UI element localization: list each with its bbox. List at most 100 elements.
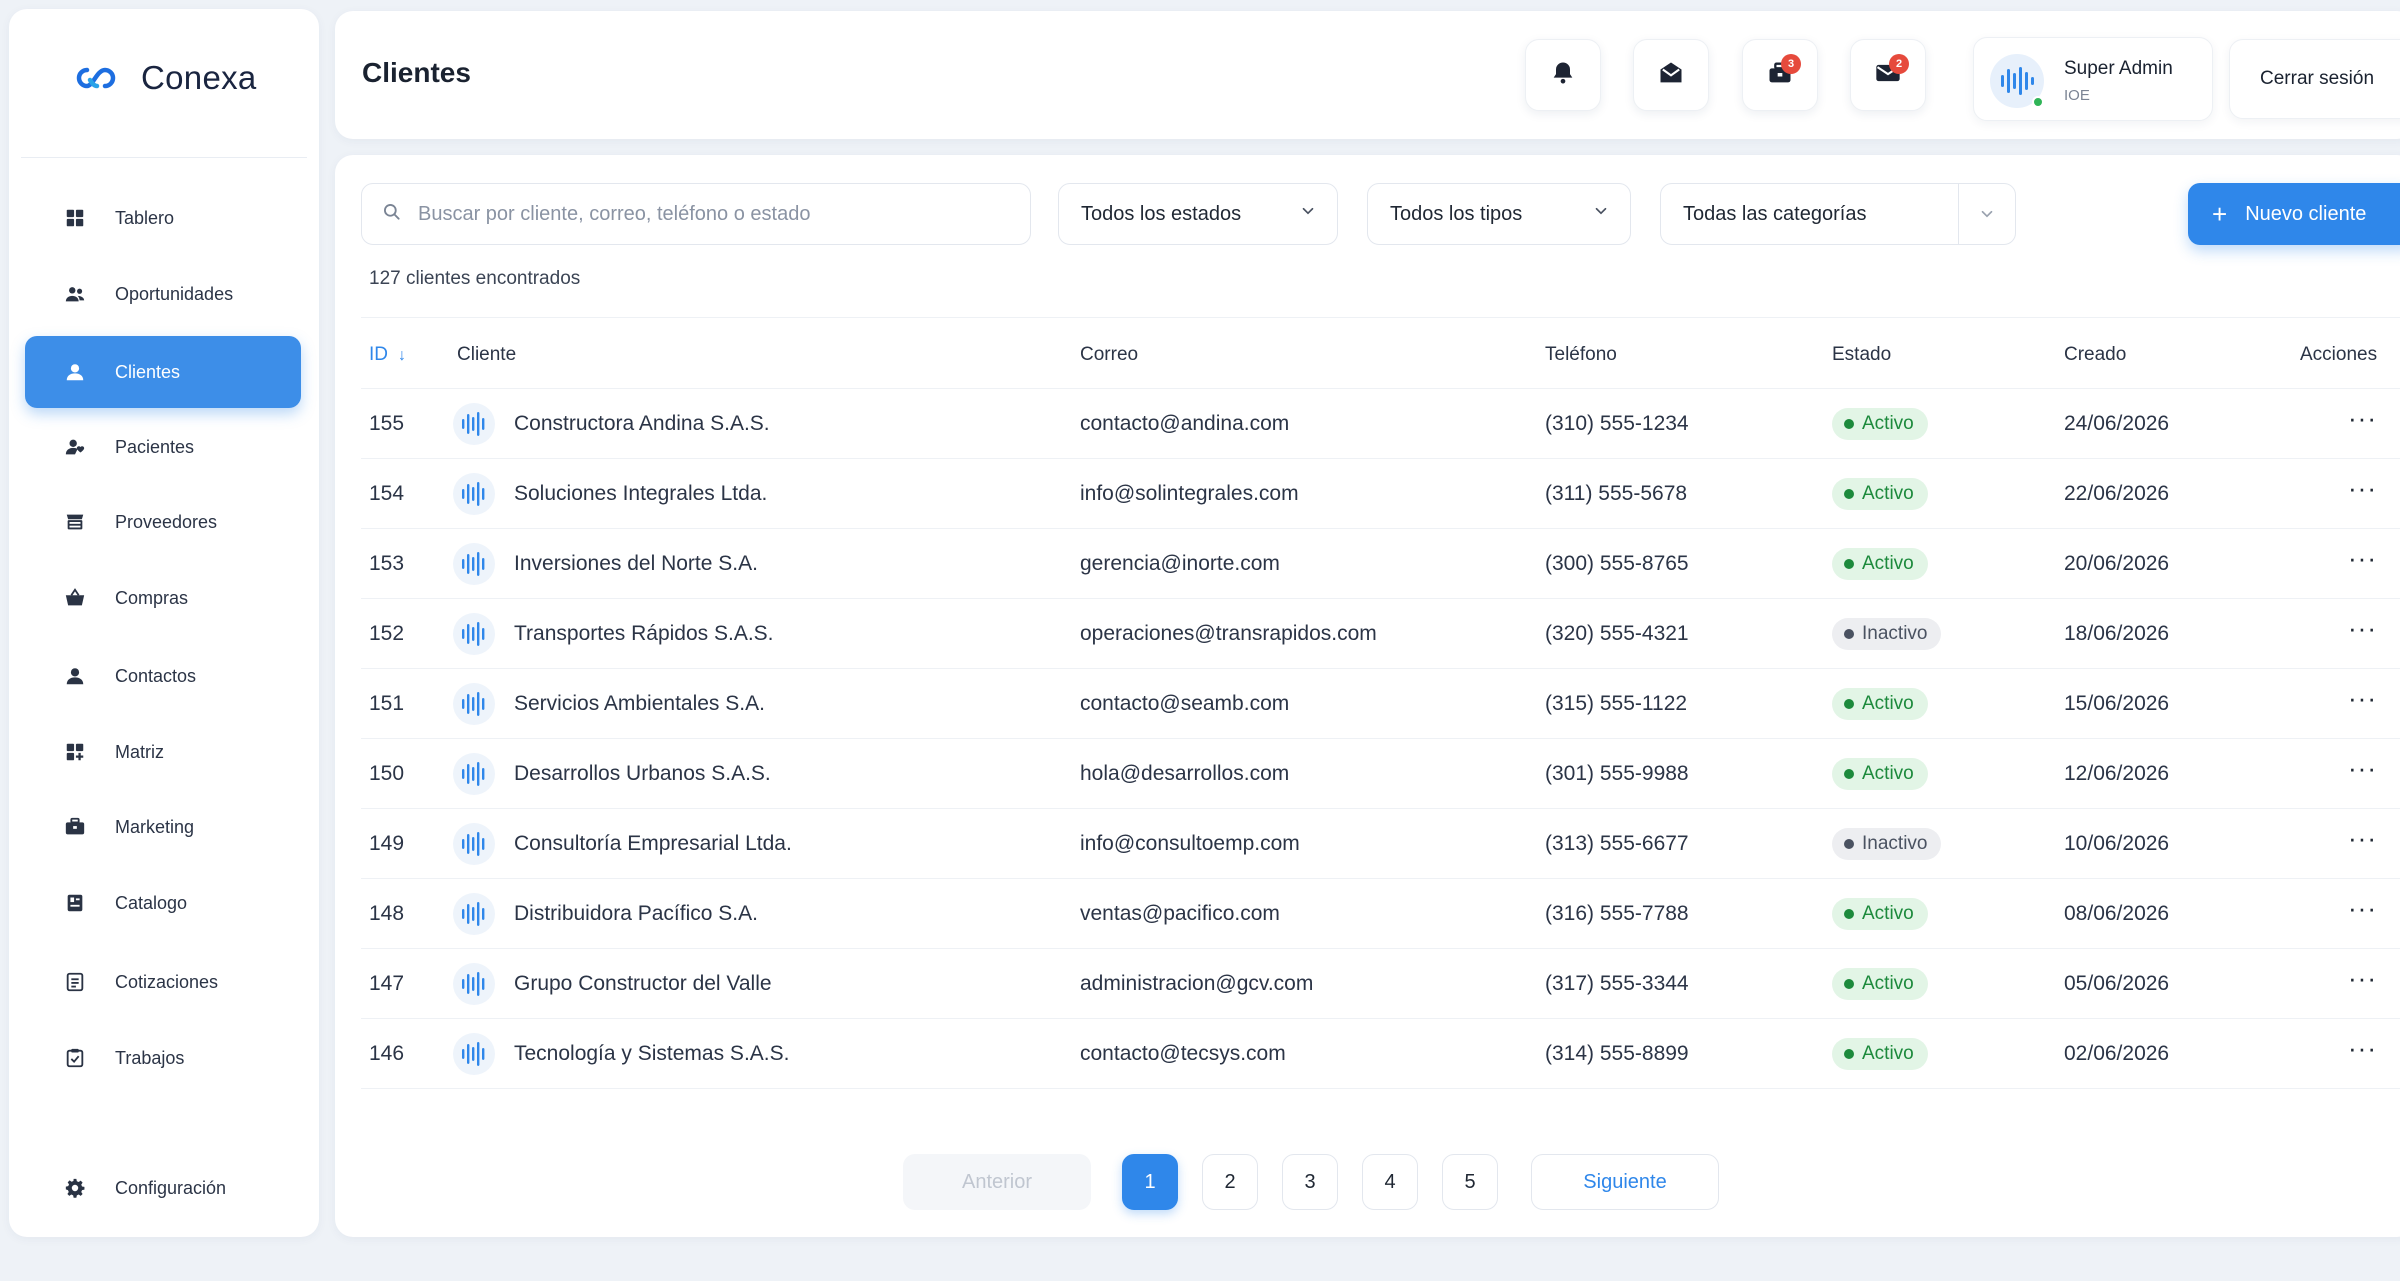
sidebar-item-label: Trabajos <box>115 1047 185 1068</box>
status-dot <box>1844 419 1854 429</box>
row-actions-button[interactable]: ··· <box>2348 893 2377 924</box>
row-actions-button[interactable]: ··· <box>2348 683 2377 714</box>
pagination-next-button[interactable]: Siguiente <box>1531 1154 1719 1210</box>
sidebar-item-catalogo[interactable]: Catalogo <box>25 867 301 939</box>
row-actions-button[interactable]: ··· <box>2348 473 2377 504</box>
table-row[interactable]: 148 Distribuidora Pacífico S.A. ventas@pac… <box>361 879 2400 949</box>
client-avatar <box>453 683 495 725</box>
table-row[interactable]: 155 Constructora Andina S.A.S. contacto@an… <box>361 389 2400 459</box>
inbox-button[interactable] <box>1633 39 1709 111</box>
client-name[interactable]: Transportes Rápidos S.A.S. <box>514 622 774 646</box>
conexa-logo-icon <box>73 63 129 93</box>
client-name[interactable]: Consultoría Empresarial Ltda. <box>514 832 792 856</box>
category-filter-select[interactable]: Todas las categorías <box>1660 183 2016 245</box>
status-badge: Activo <box>1832 688 1928 720</box>
sidebar-divider <box>21 157 307 158</box>
brand[interactable]: Conexa <box>73 59 257 97</box>
sidebar-item-configuracion[interactable]: Configuración <box>25 1152 301 1224</box>
page-button-2[interactable]: 2 <box>1202 1154 1258 1210</box>
clients-panel: Todos los estados Todos los tipos Todas … <box>335 155 2400 1237</box>
client-id: 151 <box>369 692 405 715</box>
search-box[interactable] <box>361 183 1031 245</box>
grid-icon <box>63 206 87 230</box>
row-actions-button[interactable]: ··· <box>2348 403 2377 434</box>
page-button-1[interactable]: 1 <box>1122 1154 1178 1210</box>
row-actions-button[interactable]: ··· <box>2348 543 2377 574</box>
sidebar-item-clientes[interactable]: Clientes <box>25 336 301 408</box>
logout-button[interactable]: Cerrar sesión <box>2229 39 2400 119</box>
table-row[interactable]: 149 Consultoría Empresarial Ltda. info@con… <box>361 809 2400 879</box>
table-row[interactable]: 152 Transportes Rápidos S.A.S. operaciones… <box>361 599 2400 669</box>
status-label: Inactivo <box>1862 623 1928 644</box>
client-email: contacto@andina.com <box>1080 412 1290 435</box>
sidebar-item-proveedores[interactable]: Proveedores <box>25 486 301 558</box>
table-row[interactable]: 151 Servicios Ambientales S.A. contacto@se… <box>361 669 2400 739</box>
tasks-button[interactable]: 3 <box>1742 39 1818 111</box>
client-created-date: 18/06/2026 <box>2064 622 2170 645</box>
client-name[interactable]: Grupo Constructor del Valle <box>514 972 772 996</box>
status-label: Activo <box>1862 553 1914 574</box>
row-actions-button[interactable]: ··· <box>2348 613 2377 644</box>
status-badge: Activo <box>1832 968 1928 1000</box>
status-badge: Activo <box>1832 478 1928 510</box>
client-phone: (316) 555-7788 <box>1545 902 1689 925</box>
table-row[interactable]: 153 Inversiones del Norte S.A. gerencia@in… <box>361 529 2400 599</box>
row-actions-button[interactable]: ··· <box>2348 753 2377 784</box>
client-id: 154 <box>369 482 405 505</box>
client-name[interactable]: Inversiones del Norte S.A. <box>514 552 758 576</box>
sidebar-item-marketing[interactable]: Marketing <box>25 791 301 863</box>
table-row[interactable]: 146 Tecnología y Sistemas S.A.S. contacto@… <box>361 1019 2400 1089</box>
search-icon <box>382 202 402 227</box>
type-filter-select[interactable]: Todos los tipos <box>1367 183 1631 245</box>
messages-button[interactable]: 2 <box>1850 39 1926 111</box>
table-row[interactable]: 154 Soluciones Integrales Ltda. info@solin… <box>361 459 2400 529</box>
search-input[interactable] <box>416 201 1016 227</box>
user-icon <box>63 360 87 384</box>
row-actions-button[interactable]: ··· <box>2348 1033 2377 1064</box>
sidebar-item-contactos[interactable]: Contactos <box>25 640 301 712</box>
sidebar: Conexa Tablero Oportunidades Clientes Pa… <box>9 9 319 1237</box>
client-name[interactable]: Distribuidora Pacífico S.A. <box>514 902 758 926</box>
client-phone: (300) 555-8765 <box>1545 552 1689 575</box>
status-label: Activo <box>1862 903 1914 924</box>
client-created-date: 02/06/2026 <box>2064 1042 2170 1065</box>
client-created-date: 20/06/2026 <box>2064 552 2170 575</box>
table-row[interactable]: 147 Grupo Constructor del Valle administra… <box>361 949 2400 1019</box>
status-dot <box>1844 839 1854 849</box>
new-client-button[interactable]: + Nuevo cliente <box>2188 183 2400 245</box>
user-menu[interactable]: Super Admin IOE <box>1973 37 2213 121</box>
table-row[interactable]: 150 Desarrollos Urbanos S.A.S. hola@desarr… <box>361 739 2400 809</box>
status-label: Activo <box>1862 483 1914 504</box>
column-id-header[interactable]: ID ↓ <box>369 344 406 366</box>
sidebar-item-tablero[interactable]: Tablero <box>25 182 301 254</box>
notifications-button[interactable] <box>1525 39 1601 111</box>
sidebar-item-label: Contactos <box>115 665 197 686</box>
page-button-4[interactable]: 4 <box>1362 1154 1418 1210</box>
page-button-5[interactable]: 5 <box>1442 1154 1498 1210</box>
sidebar-item-trabajos[interactable]: Trabajos <box>25 1022 301 1094</box>
row-actions-button[interactable]: ··· <box>2348 823 2377 854</box>
client-email: administracion@gcv.com <box>1080 972 1314 995</box>
sidebar-item-compras[interactable]: Compras <box>25 562 301 634</box>
client-name[interactable]: Servicios Ambientales S.A. <box>514 692 765 716</box>
page-button-3[interactable]: 3 <box>1282 1154 1338 1210</box>
status-dot <box>1844 769 1854 779</box>
row-actions-button[interactable]: ··· <box>2348 963 2377 994</box>
sidebar-item-oportunidades[interactable]: Oportunidades <box>25 258 301 330</box>
pagination-prev-button[interactable]: Anterior <box>903 1154 1091 1210</box>
client-name[interactable]: Soluciones Integrales Ltda. <box>514 482 767 506</box>
clipboard-icon <box>63 1046 87 1070</box>
client-phone: (314) 555-8899 <box>1545 1042 1689 1065</box>
sidebar-item-matriz[interactable]: Matriz <box>25 716 301 788</box>
sidebar-item-pacientes[interactable]: Pacientes <box>25 411 301 483</box>
table-header: ID ↓ Cliente Correo Teléfono Estado Cread… <box>361 317 2400 389</box>
client-id: 146 <box>369 1042 405 1065</box>
status-filter-select[interactable]: Todos los estados <box>1058 183 1338 245</box>
column-cliente-header: Cliente <box>457 344 517 365</box>
matrix-icon <box>63 740 87 764</box>
sidebar-item-cotizaciones[interactable]: Cotizaciones <box>25 946 301 1018</box>
client-name[interactable]: Desarrollos Urbanos S.A.S. <box>514 762 771 786</box>
user-name: Super Admin <box>2064 58 2173 79</box>
client-name[interactable]: Constructora Andina S.A.S. <box>514 412 770 436</box>
client-name[interactable]: Tecnología y Sistemas S.A.S. <box>514 1042 789 1066</box>
